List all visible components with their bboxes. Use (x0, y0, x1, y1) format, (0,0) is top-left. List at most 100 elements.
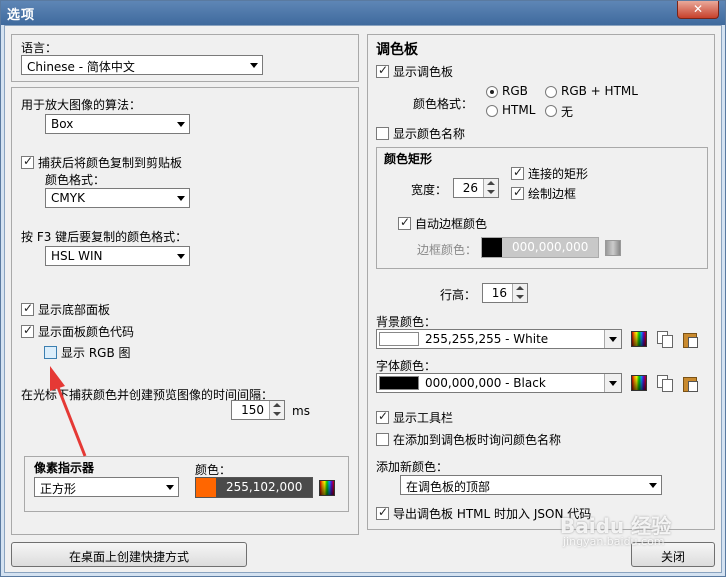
auto-border-color-checkbox[interactable] (398, 215, 411, 230)
show-rgb-graph-checkbox[interactable] (44, 346, 57, 359)
copy-icon[interactable] (657, 375, 673, 392)
format-html-label: HTML (502, 103, 536, 117)
pixel-indicator-title: 像素指示器 (34, 461, 95, 475)
matrix-width-spinner[interactable]: 26 (453, 178, 499, 198)
paste-icon[interactable] (682, 375, 698, 392)
add-new-color-value: 在调色板的顶部 (406, 480, 491, 494)
copy-clipboard-label: 捕获后将颜色复制到剪贴板 (38, 156, 183, 170)
format-none-label: 无 (561, 105, 574, 119)
show-toolbar-checkbox[interactable] (376, 409, 389, 424)
language-group: 语言： Chinese - 简体中文 (11, 34, 359, 82)
spinner-buttons[interactable] (483, 179, 498, 197)
bg-color-picker-icon[interactable] (631, 331, 647, 347)
spin-up-icon[interactable] (487, 181, 495, 185)
copy-icon[interactable] (657, 331, 673, 348)
chevron-down-icon (177, 122, 185, 127)
draw-border-checkbox[interactable] (511, 185, 524, 200)
format-none-radio[interactable] (545, 105, 557, 117)
palette-group: 调色板 显示调色板 颜色格式： RGB RGB + HTML HTML 无 显示… (367, 34, 715, 530)
font-color-picker-icon[interactable] (631, 375, 647, 391)
spin-up-icon[interactable] (273, 403, 281, 407)
format-html-radio[interactable] (486, 105, 498, 117)
format-rgb-html-radio[interactable] (545, 86, 557, 98)
show-bottom-panel-label: 显示底部面板 (38, 303, 111, 317)
algo-label: 用于放大图像的算法： (21, 98, 142, 112)
border-color-swatch (482, 238, 502, 257)
palette-format-label: 颜色格式： (413, 97, 474, 111)
row-height-value: 16 (491, 286, 507, 300)
ask-color-name-label: 在添加到调色板时询问颜色名称 (393, 433, 562, 447)
window-close-button[interactable]: ✕ (677, 1, 719, 19)
font-color-label: 字体颜色： (376, 359, 437, 373)
border-color-label: 边框颜色： (417, 243, 478, 257)
color-format-select-value: CMYK (51, 191, 85, 205)
spin-down-icon[interactable] (273, 412, 281, 416)
pixel-color-swatch (196, 478, 216, 497)
matrix-width-value: 26 (462, 181, 478, 195)
border-color-field: 000,000,000 (481, 237, 599, 258)
add-new-color-label: 添加新颜色： (376, 460, 449, 474)
format-rgb-label: RGB (502, 84, 528, 98)
chevron-down-icon (177, 254, 185, 259)
pixel-shape-select-value: 正方形 (40, 482, 77, 496)
spin-up-icon[interactable] (516, 286, 524, 290)
background-color-label: 背景颜色： (376, 315, 437, 329)
paste-icon[interactable] (682, 331, 698, 348)
window-title: 选项 (7, 8, 36, 23)
row-height-label: 行高： (440, 288, 477, 302)
row-height-spinner[interactable]: 16 (482, 283, 528, 303)
ask-color-name-checkbox[interactable] (376, 433, 389, 446)
auto-border-color-label: 自动边框颜色 (415, 217, 488, 231)
show-color-codes-checkbox[interactable] (21, 323, 34, 338)
font-color-swatch (379, 376, 419, 390)
language-select[interactable]: Chinese - 简体中文 (21, 55, 263, 75)
connected-rect-label: 连接的矩形 (528, 167, 589, 181)
background-color-value: 255,255,255 - White (425, 332, 549, 346)
copy-clipboard-checkbox[interactable] (21, 154, 34, 169)
show-color-names-checkbox[interactable] (376, 127, 389, 140)
capture-interval-spinner[interactable]: 150 (231, 400, 285, 420)
combo-dropdown-button (604, 374, 621, 392)
pixel-shape-select[interactable]: 正方形 (34, 477, 179, 497)
font-color-select[interactable]: 000,000,000 - Black (376, 373, 622, 393)
chevron-down-icon (609, 337, 617, 342)
border-color-picker-icon (605, 240, 621, 256)
watermark-url: jingyan.baidu.com (563, 535, 665, 548)
show-rgb-graph-label: 显示 RGB 图 (61, 346, 131, 360)
color-format-select[interactable]: CMYK (45, 188, 190, 208)
background-color-select[interactable]: 255,255,255 - White (376, 329, 622, 349)
add-new-color-select[interactable]: 在调色板的顶部 (400, 475, 662, 495)
algo-select[interactable]: Box (45, 114, 190, 134)
chevron-down-icon (250, 63, 258, 68)
pixel-color-value: 255,102,000 (226, 480, 303, 494)
connected-rect-checkbox[interactable] (511, 165, 524, 180)
export-json-checkbox[interactable] (376, 505, 389, 520)
capture-interval-unit: ms (292, 404, 310, 418)
dialog-body: 语言： Chinese - 简体中文 用于放大图像的算法： Box 捕获后将颜色… (4, 25, 722, 573)
color-picker-icon[interactable] (319, 480, 335, 496)
create-shortcut-button[interactable]: 在桌面上创建快捷方式 (11, 542, 247, 567)
title-bar: 选项 ✕ (1, 1, 725, 25)
spin-down-icon[interactable] (487, 190, 495, 194)
chevron-down-icon (649, 483, 657, 488)
show-toolbar-label: 显示工具栏 (393, 411, 454, 425)
chevron-down-icon (609, 381, 617, 386)
spinner-buttons[interactable] (269, 401, 284, 419)
capture-interval-value: 150 (241, 403, 264, 417)
matrix-width-label: 宽度： (411, 183, 448, 197)
language-select-value: Chinese - 简体中文 (27, 60, 135, 74)
show-palette-checkbox[interactable] (376, 63, 389, 78)
spin-down-icon[interactable] (516, 295, 524, 299)
color-matrix-title: 颜色矩形 (384, 152, 433, 166)
options-window: 选项 ✕ 语言： Chinese - 简体中文 用于放大图像的算法： Box 捕… (0, 0, 726, 577)
spinner-buttons[interactable] (512, 284, 527, 302)
show-bottom-panel-checkbox[interactable] (21, 301, 34, 316)
f3-format-select-value: HSL WIN (51, 249, 103, 263)
show-color-names-label: 显示颜色名称 (393, 127, 466, 141)
general-group: 用于放大图像的算法： Box 捕获后将颜色复制到剪贴板 颜色格式： CMYK 按… (11, 87, 359, 535)
pixel-color-label: 颜色： (195, 463, 232, 477)
pixel-color-field[interactable]: 255,102,000 (195, 477, 313, 498)
format-rgb-radio[interactable] (486, 86, 498, 98)
chevron-down-icon (166, 485, 174, 490)
f3-format-select[interactable]: HSL WIN (45, 246, 190, 266)
